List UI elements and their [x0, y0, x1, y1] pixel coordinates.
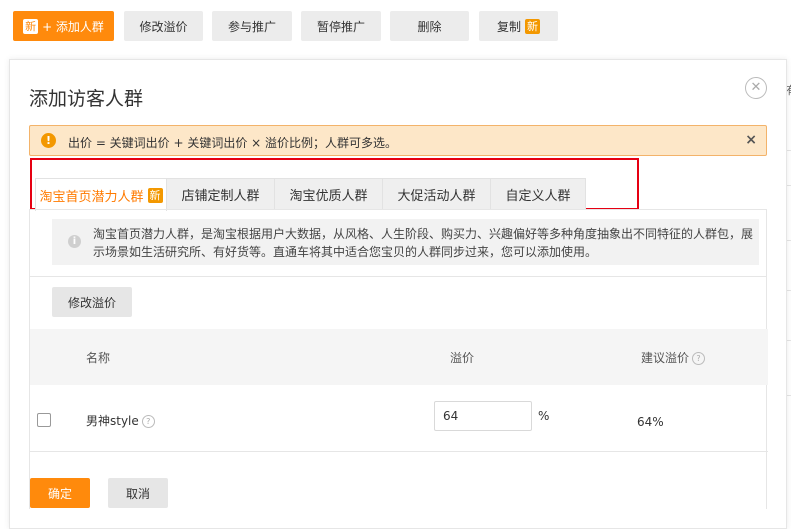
suggested-bid: 64% — [637, 415, 664, 429]
new-badge: 新 — [147, 187, 163, 203]
crowd-name: 男神style? — [86, 412, 155, 429]
cancel-button[interactable]: 取消 — [108, 478, 168, 508]
toolbar: 新 + 添加人群 修改溢价 参与推广 暂停推广 删除 复制 新 — [0, 0, 791, 58]
help-icon[interactable]: ? — [141, 415, 155, 428]
divider — [30, 451, 768, 452]
tab-panel: i 淘宝首页潜力人群，是淘宝根据用户大数据，从风格、人生阶段、购买力、兴趣偏好等… — [29, 209, 768, 509]
modify-bid-button[interactable]: 修改溢价 — [124, 11, 203, 41]
header-name: 名称 — [86, 351, 111, 365]
pause-promo-button[interactable]: 暂停推广 — [301, 11, 381, 41]
tab-taobao-quality[interactable]: 淘宝优质人群 — [274, 178, 383, 210]
header-bid: 溢价 — [450, 351, 475, 365]
table-row: 男神style? % 64% — [30, 385, 768, 451]
table-header: 名称 溢价 建议溢价? — [30, 329, 768, 385]
tab-shop-custom[interactable]: 店铺定制人群 — [166, 178, 275, 210]
tab-custom[interactable]: 自定义人群 — [490, 178, 586, 210]
warning-icon: ! — [41, 133, 56, 148]
tab-label: 淘宝首页潜力人群 — [39, 189, 144, 205]
close-circle-icon[interactable]: ✕ — [745, 77, 767, 99]
join-promo-button[interactable]: 参与推广 — [212, 11, 292, 41]
add-crowd-button[interactable]: 新 + 添加人群 — [13, 11, 114, 41]
tab-promotion-event[interactable]: 大促活动人群 — [382, 178, 491, 210]
help-icon[interactable]: ? — [692, 352, 706, 365]
copy-label: 复制 — [496, 19, 521, 34]
bid-input[interactable] — [434, 401, 532, 431]
crowd-name-label: 男神style — [86, 414, 139, 428]
copy-button[interactable]: 复制 新 — [479, 11, 558, 41]
info-icon: i — [68, 235, 81, 248]
new-badge: 新 — [525, 18, 540, 34]
crowd-info-box: i 淘宝首页潜力人群，是淘宝根据用户大数据，从风格、人生阶段、购买力、兴趣偏好等… — [52, 219, 759, 265]
add-crowd-label: + 添加人群 — [42, 19, 104, 34]
delete-button[interactable]: 删除 — [390, 11, 469, 41]
alert-close-icon[interactable]: × — [745, 132, 757, 148]
confirm-button[interactable]: 确定 — [30, 478, 90, 508]
new-badge: 新 — [23, 18, 39, 34]
bid-formula-alert: ! 出价 = 关键词出价 + 关键词出价 × 溢价比例；人群可多选。 × — [29, 125, 767, 156]
percent-unit: % — [538, 409, 550, 423]
divider — [30, 276, 766, 277]
tab-taobao-homepage-potential[interactable]: 淘宝首页潜力人群 新 — [35, 178, 167, 211]
info-text: 淘宝首页潜力人群，是淘宝根据用户大数据，从风格、人生阶段、购买力、兴趣偏好等多种… — [93, 227, 754, 259]
header-suggest-label: 建议溢价 — [641, 351, 690, 365]
dialog-title: 添加访客人群 — [29, 88, 144, 110]
add-visitor-crowd-dialog: 添加访客人群 ✕ ! 出价 = 关键词出价 + 关键词出价 × 溢价比例；人群可… — [9, 59, 787, 529]
header-suggest: 建议溢价? — [641, 349, 706, 366]
row-checkbox[interactable] — [37, 413, 51, 427]
alert-text: 出价 = 关键词出价 + 关键词出价 × 溢价比例；人群可多选。 — [68, 136, 398, 150]
modify-bid-button[interactable]: 修改溢价 — [52, 287, 132, 317]
